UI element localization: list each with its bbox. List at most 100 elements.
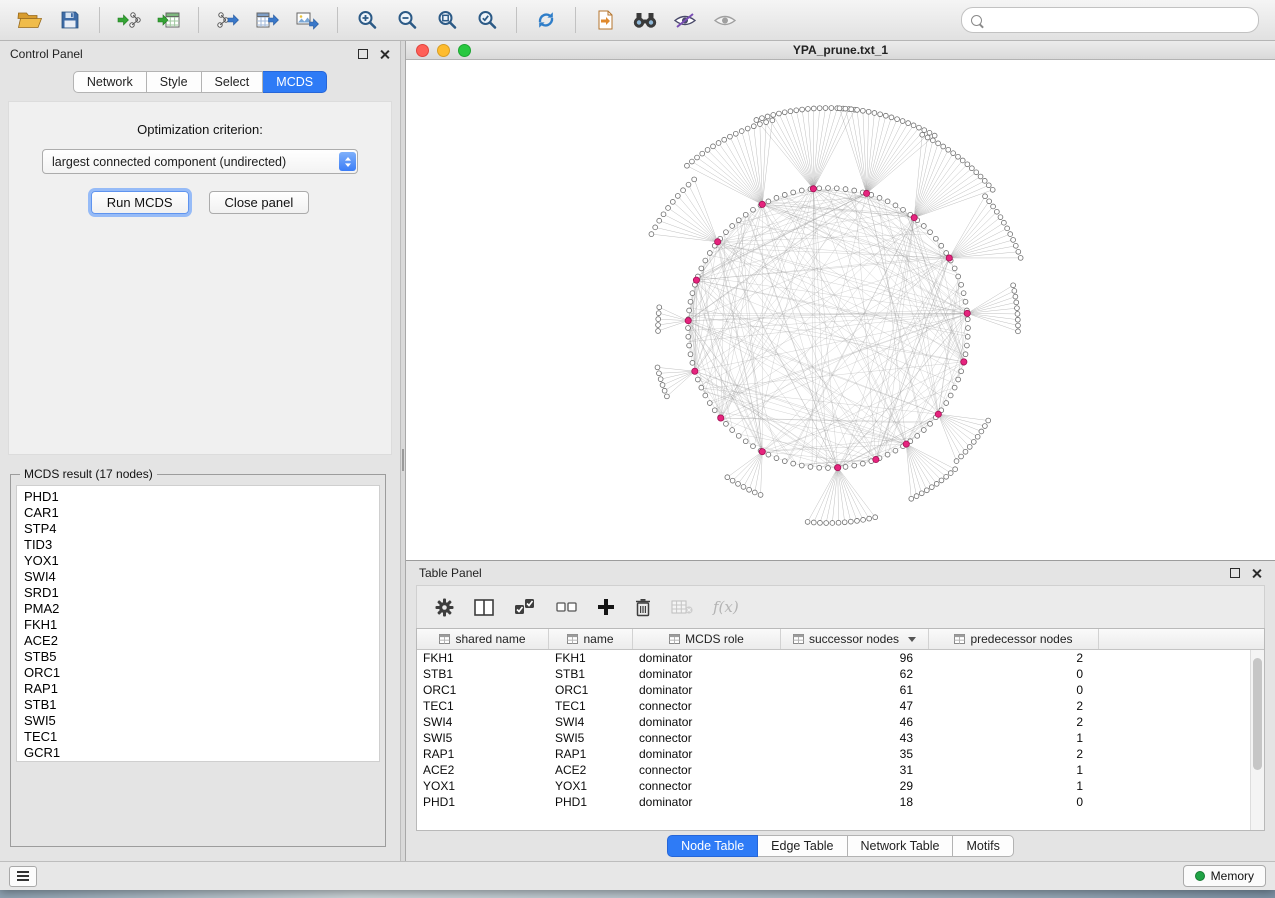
network-node[interactable] [1012,289,1017,294]
network-node[interactable] [928,230,933,235]
network-node[interactable] [929,485,934,490]
network-node[interactable] [687,343,692,348]
network-node[interactable] [730,478,735,483]
network-node[interactable] [653,225,658,230]
network-node[interactable] [906,121,911,126]
network-node[interactable] [722,137,727,142]
save-session-button[interactable] [53,5,87,35]
network-node[interactable] [1001,220,1006,225]
network-node[interactable] [928,421,933,426]
network-node[interactable] [965,334,970,339]
network-node[interactable] [860,461,865,466]
column-header-mcds-role[interactable]: MCDS role [633,629,781,649]
table-row[interactable]: YOX1YOX1connector291 [417,778,1264,794]
import-table-button[interactable] [152,5,186,35]
search-input[interactable] [988,12,1249,28]
network-node[interactable] [655,365,660,370]
network-node[interactable] [900,119,905,124]
function-builder-button[interactable]: f(x) [713,598,739,616]
network-node[interactable] [724,421,729,426]
network-node[interactable] [830,521,835,526]
network-node[interactable] [843,187,848,192]
network-node[interactable] [919,491,924,496]
network-node[interactable] [724,230,729,235]
network-node[interactable] [800,107,805,112]
network-hub-node[interactable] [964,310,970,316]
network-node[interactable] [707,251,712,256]
mcds-node-item[interactable]: FKH1 [24,617,379,633]
network-hub-node[interactable] [863,190,869,196]
network-node[interactable] [990,187,995,192]
network-node[interactable] [872,111,877,116]
delete-table-button[interactable] [671,599,693,615]
mcds-node-item[interactable]: ACE2 [24,633,379,649]
network-node[interactable] [852,463,857,468]
network-node[interactable] [1016,249,1021,254]
table-row[interactable]: ORC1ORC1dominator610 [417,682,1264,698]
network-node[interactable] [695,155,700,160]
network-node[interactable] [703,258,708,263]
network-node[interactable] [873,515,878,520]
network-node[interactable] [987,199,992,204]
network-node[interactable] [700,151,705,156]
network-node[interactable] [849,107,854,112]
network-node[interactable] [971,439,976,444]
network-node[interactable] [728,134,733,139]
float-panel-icon[interactable] [358,49,368,59]
network-node[interactable] [965,317,970,322]
network-node[interactable] [764,120,769,125]
network-node[interactable] [921,428,926,433]
network-node[interactable] [965,162,970,167]
close-window-icon[interactable] [416,44,429,57]
network-node[interactable] [765,114,770,119]
network-node[interactable] [782,192,787,197]
float-table-panel-icon[interactable] [1230,568,1240,578]
network-node[interactable] [752,490,757,495]
network-node[interactable] [777,111,782,116]
network-node[interactable] [956,377,961,382]
network-node[interactable] [920,132,925,137]
network-node[interactable] [818,520,823,525]
panel-splitter[interactable] [400,41,406,861]
zoom-out-button[interactable] [390,5,424,35]
network-node[interactable] [751,207,756,212]
network-node[interactable] [946,147,951,152]
network-node[interactable] [658,377,663,382]
network-node[interactable] [855,518,860,523]
network-node[interactable] [961,291,966,296]
network-node[interactable] [711,144,716,149]
hide-selected-button[interactable] [668,5,702,35]
network-node[interactable] [969,166,974,171]
table-row[interactable]: STB1STB1dominator620 [417,666,1264,682]
network-node[interactable] [758,492,763,497]
column-header-successor-nodes[interactable]: successor nodes [781,629,929,649]
network-node[interactable] [670,199,675,204]
network-node[interactable] [699,266,704,271]
tab-mcds[interactable]: MCDS [263,71,327,93]
network-node[interactable] [924,488,929,493]
table-row[interactable]: RAP1RAP1dominator352 [417,746,1264,762]
network-node[interactable] [1013,294,1018,299]
network-node[interactable] [730,224,735,229]
tab-edge-table[interactable]: Edge Table [758,835,847,857]
mcds-node-item[interactable]: STP4 [24,521,379,537]
network-node[interactable] [953,467,958,472]
network-node[interactable] [686,334,691,339]
task-history-button[interactable] [9,866,37,887]
network-node[interactable] [829,106,834,111]
network-node[interactable] [826,186,831,191]
mcds-node-item[interactable]: ORC1 [24,665,379,681]
network-node[interactable] [1016,323,1021,328]
network-node[interactable] [690,360,695,365]
network-node[interactable] [736,218,741,223]
network-node[interactable] [959,369,964,374]
network-node[interactable] [954,459,959,464]
network-hub-node[interactable] [715,239,721,245]
network-node[interactable] [725,475,730,480]
network-node[interactable] [878,112,883,117]
network-node[interactable] [842,520,847,525]
network-node[interactable] [736,433,741,438]
network-node[interactable] [885,199,890,204]
network-hub-node[interactable] [718,415,724,421]
network-node[interactable] [836,520,841,525]
